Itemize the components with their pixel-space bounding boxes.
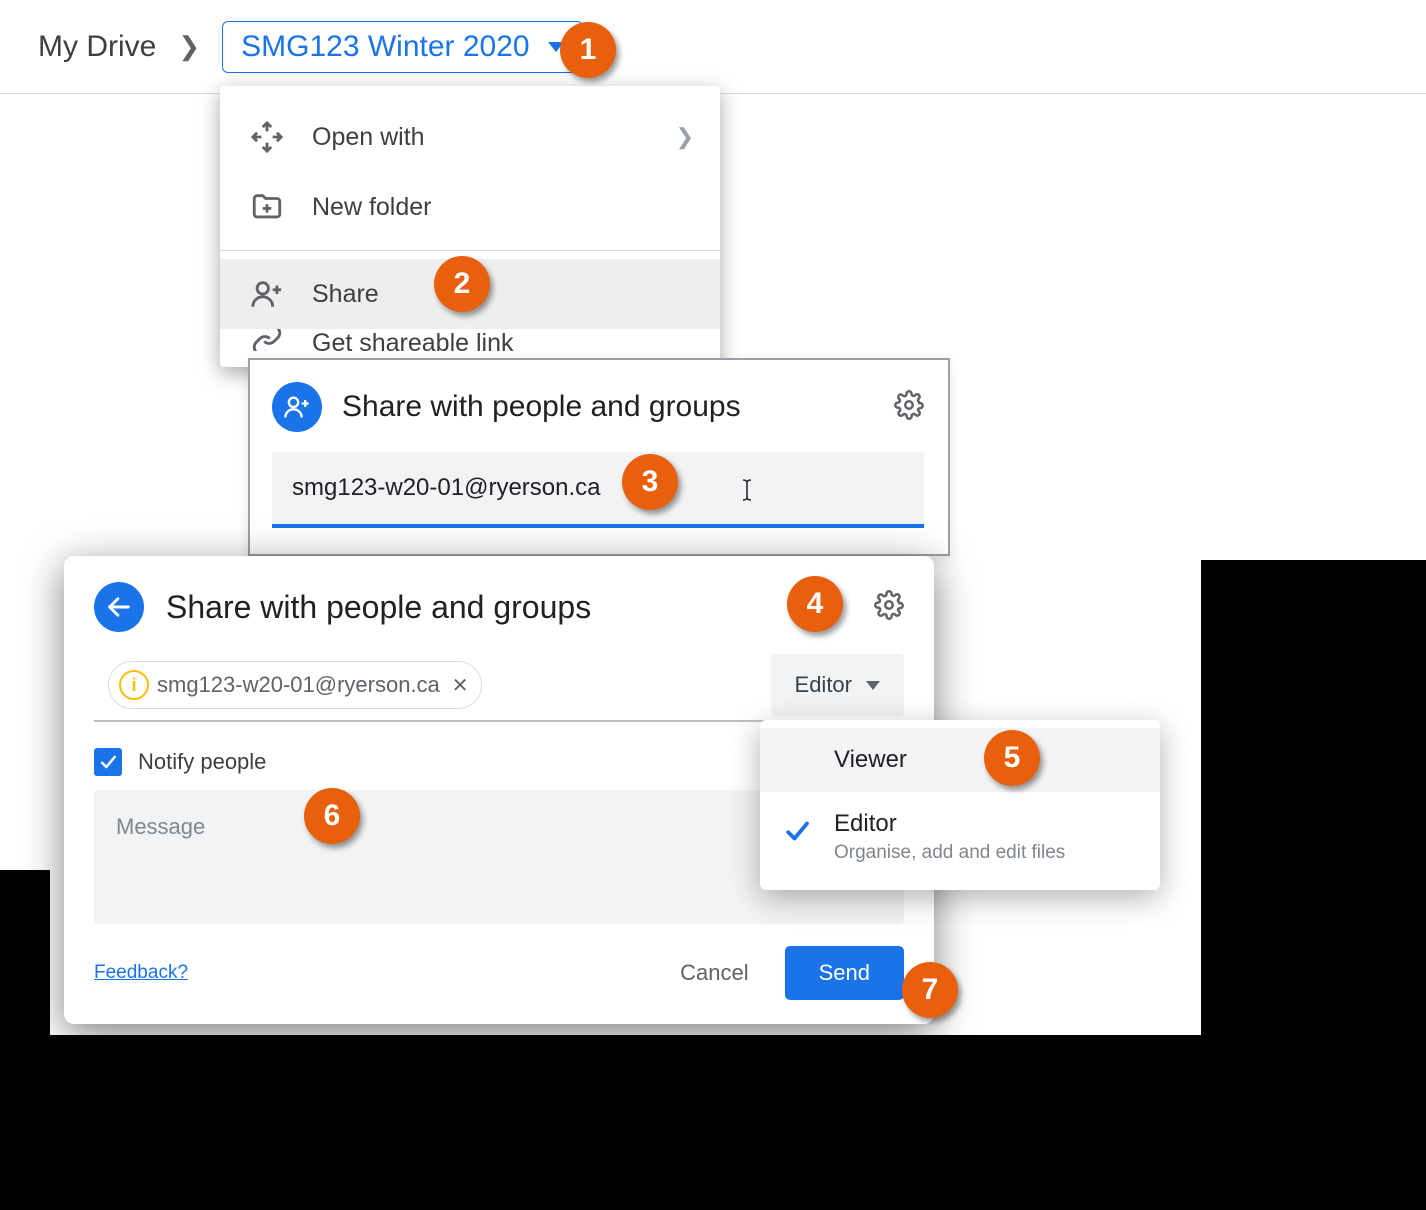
breadcrumb-folder-label: SMG123 Winter 2020	[241, 30, 529, 64]
menu-new-folder[interactable]: New folder	[220, 172, 720, 242]
cancel-button[interactable]: Cancel	[654, 946, 774, 1000]
share-dialog-title: Share with people and groups	[166, 589, 591, 626]
share-email-input[interactable]: smg123-w20-01@ryerson.ca	[272, 452, 924, 528]
role-select-label: Editor	[795, 672, 852, 698]
menu-open-with[interactable]: Open with ❯	[220, 102, 720, 172]
step-badge-5: 5	[984, 730, 1040, 786]
recipient-row: i smg123-w20-01@ryerson.ca ✕ Editor	[94, 654, 904, 722]
menu-separator	[220, 250, 720, 251]
open-with-icon	[250, 120, 284, 154]
role-option-editor[interactable]: Editor Organise, add and edit files	[760, 792, 1160, 882]
role-select-button[interactable]: Editor	[771, 654, 904, 716]
person-add-icon	[250, 277, 284, 311]
menu-get-link-label: Get shareable link	[312, 329, 514, 351]
role-option-editor-label: Editor	[834, 810, 897, 837]
page-frame-bottom	[0, 1035, 1426, 1210]
breadcrumb-bar: My Drive ❯ SMG123 Winter 2020	[0, 0, 1426, 94]
dialog-footer: Feedback? Cancel Send	[94, 946, 904, 1000]
step-badge-7: 7	[902, 962, 958, 1018]
role-dropdown-menu: Viewer Editor Organise, add and edit fil…	[760, 720, 1160, 890]
step-badge-1: 1	[560, 22, 616, 78]
breadcrumb-root[interactable]: My Drive	[38, 30, 156, 64]
role-option-editor-sub: Organise, add and edit files	[834, 842, 1132, 864]
settings-gear-icon[interactable]	[894, 390, 924, 425]
role-option-viewer[interactable]: Viewer	[760, 728, 1160, 792]
notify-checkbox[interactable]	[94, 748, 122, 776]
feedback-link[interactable]: Feedback?	[94, 962, 188, 984]
chip-remove-icon[interactable]: ✕	[452, 673, 469, 698]
caret-down-icon	[866, 681, 880, 690]
send-button[interactable]: Send	[785, 946, 904, 1000]
step-badge-2: 2	[434, 256, 490, 312]
recipient-chip-email: smg123-w20-01@ryerson.ca	[157, 672, 440, 698]
notify-label: Notify people	[138, 749, 266, 775]
share-dialog-title: Share with people and groups	[342, 390, 741, 424]
role-option-viewer-label: Viewer	[834, 746, 907, 773]
menu-share-label: Share	[312, 280, 379, 309]
step-badge-3: 3	[622, 454, 678, 510]
step-badge-4: 4	[787, 576, 843, 632]
check-icon	[782, 816, 812, 853]
text-cursor-icon	[740, 478, 754, 502]
recipient-chip[interactable]: i smg123-w20-01@ryerson.ca ✕	[108, 661, 482, 709]
settings-gear-icon[interactable]	[874, 590, 904, 625]
person-add-icon	[272, 382, 322, 432]
menu-open-with-label: Open with	[312, 123, 425, 152]
info-icon: i	[119, 670, 149, 700]
breadcrumb-folder-dropdown[interactable]: SMG123 Winter 2020	[222, 21, 582, 73]
folder-context-menu: Open with ❯ New folder Share Get shar	[220, 86, 720, 367]
chevron-right-icon: ❯	[676, 124, 694, 150]
link-icon	[250, 329, 284, 351]
back-arrow-icon[interactable]	[94, 582, 144, 632]
new-folder-icon	[250, 190, 284, 224]
menu-get-link-clipped[interactable]: Get shareable link	[220, 329, 720, 351]
share-dialog-small: Share with people and groups smg123-w20-…	[248, 358, 950, 556]
menu-new-folder-label: New folder	[312, 193, 432, 222]
chevron-right-icon: ❯	[178, 31, 200, 62]
step-badge-6: 6	[304, 788, 360, 844]
